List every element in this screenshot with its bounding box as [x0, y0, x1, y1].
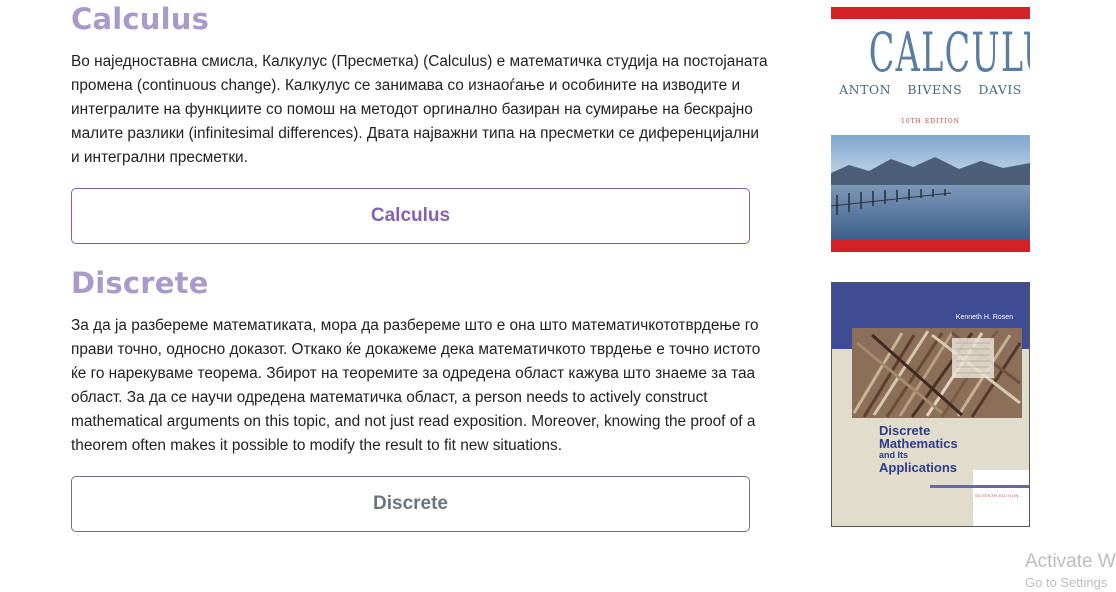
calculus-cover-title: CALCULUS: [868, 21, 1030, 84]
cover-red-band-top: [831, 7, 1030, 19]
cover-red-band-bottom: [831, 240, 1030, 252]
cover-title-line: Applications: [879, 460, 958, 475]
lake-pier-photo: [831, 135, 1030, 240]
calculus-button[interactable]: Calculus: [71, 188, 750, 244]
discrete-paragraph: За да ја разбереме математиката, мора да…: [71, 317, 761, 454]
activate-windows-watermark: Activate W Go to Settings: [1025, 550, 1116, 592]
cover-author: BIVENS: [907, 82, 963, 97]
cover-author: DAVIS: [978, 82, 1022, 97]
cover-white-corner: [973, 470, 1029, 526]
discrete-cover-title: Discrete Mathematics and Its Application…: [879, 424, 958, 474]
calculus-cover-authors: ANTON BIVENS DAVIS: [831, 82, 1030, 97]
discrete-button[interactable]: Discrete: [71, 476, 750, 532]
calculus-book-cover: CALCULUS ANTON BIVENS DAVIS 10TH EDITION: [831, 7, 1030, 252]
calculus-cover-edition: 10TH EDITION: [901, 118, 960, 125]
calculus-paragraph: Во наједноставна смисла, Калкулус (Пресм…: [71, 53, 768, 166]
discrete-heading: Discrete: [71, 266, 209, 300]
cover-author: ANTON: [839, 82, 892, 97]
calculus-section: Calculus Во наједноставна смисла, Калкул…: [71, 2, 771, 244]
cover-title-line: Mathematics: [879, 436, 958, 451]
discrete-section: Discrete За да ја разбереме математиката…: [71, 266, 771, 532]
watermark-line-2: Go to Settings: [1025, 575, 1108, 590]
cover-accent-bar: [930, 485, 1029, 488]
discrete-cover-edition: SEVENTH EDITION: [975, 493, 1019, 498]
calculus-heading: Calculus: [71, 2, 210, 36]
discrete-book-cover: Kenneth H. Rosen Discrete Mathematics an…: [831, 282, 1030, 527]
watermark-line-1: Activate W: [1025, 551, 1116, 572]
